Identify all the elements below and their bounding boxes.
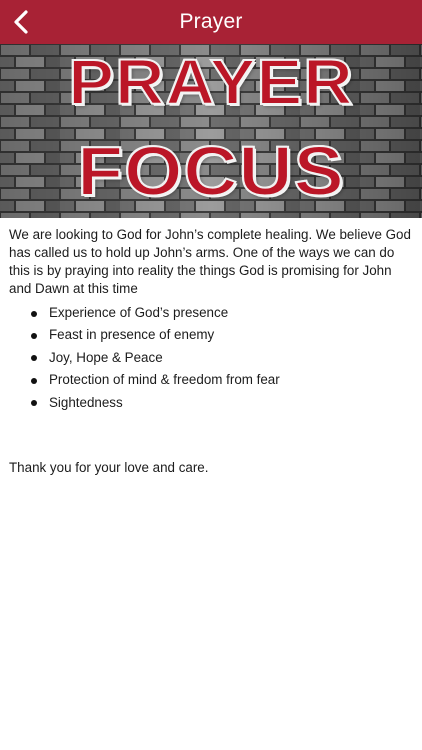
closing-message: Thank you for your love and care. (9, 460, 209, 475)
banner-title-line-2: FOCUS (76, 132, 345, 210)
intro-paragraph: We are looking to God for John’s complet… (9, 227, 411, 296)
bullet-icon (31, 400, 37, 407)
bullet-icon (31, 377, 37, 384)
bullet-icon (31, 310, 37, 317)
prayer-points-list: Experience of God’s presence Feast in pr… (9, 302, 414, 414)
list-item-text: Feast in presence of enemy (49, 327, 215, 343)
list-item: Experience of God’s presence (9, 302, 414, 324)
prayer-focus-banner: PRAYER FOCUS (0, 44, 422, 218)
screen: Prayer PRAYER FOCUS We are looking to Go… (0, 0, 422, 750)
prayer-content: We are looking to God for John’s complet… (9, 226, 414, 414)
bullet-icon (31, 332, 37, 339)
back-button[interactable] (14, 6, 50, 38)
page-title: Prayer (179, 10, 243, 33)
banner-title-line-1: PRAYER (67, 46, 354, 118)
list-item-text: Sightedness (49, 394, 123, 410)
chevron-left-icon (14, 10, 28, 34)
list-item: Feast in presence of enemy (9, 324, 414, 346)
list-item-text: Joy, Hope & Peace (49, 349, 163, 365)
bullet-icon (31, 355, 37, 362)
navigation-bar: Prayer (0, 0, 422, 44)
list-item: Sightedness (9, 392, 414, 414)
list-item-text: Experience of God’s presence (49, 305, 229, 320)
list-item-text: Protection of mind & freedom from fear (49, 372, 280, 388)
list-item: Protection of mind & freedom from fear (9, 369, 414, 391)
list-item: Joy, Hope & Peace (9, 347, 414, 369)
